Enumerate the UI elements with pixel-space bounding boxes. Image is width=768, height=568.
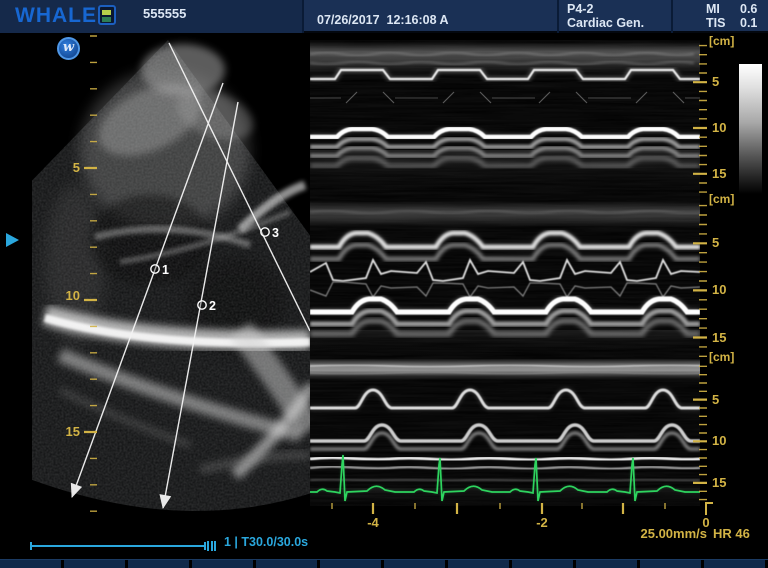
ruler2-10: 10 (712, 283, 726, 297)
ruler2-15: 15 (712, 331, 726, 345)
ruler3-5: 5 (712, 393, 719, 407)
ruler3-10: 10 (712, 434, 726, 448)
cine-scrollbar-thumb[interactable] (207, 541, 216, 551)
ruler1-unit: [cm] (709, 34, 734, 48)
heart-rate: HR 46 (713, 527, 750, 541)
ruler2-unit: [cm] (709, 192, 734, 206)
ruler1-5: 5 (712, 75, 719, 89)
ruler2-5: 5 (712, 236, 719, 250)
bmode-depth-10: 10 (45, 289, 80, 303)
ruler3-unit: [cm] (709, 350, 734, 364)
time-label-minus4: -4 (358, 516, 388, 530)
sweep-speed: 25.00mm/s (597, 527, 707, 541)
svg-text:3: 3 (272, 226, 279, 240)
ruler1-10: 10 (712, 121, 726, 135)
svg-text:2: 2 (209, 299, 216, 313)
bmode-depth-15: 15 (45, 425, 80, 439)
time-label-minus2: -2 (527, 516, 557, 530)
bmode-depth-5: 5 (52, 161, 80, 175)
grayscale-bar (739, 64, 762, 194)
image-area: 1 2 3 (0, 0, 768, 568)
svg-text:1: 1 (162, 263, 169, 277)
ultrasound-screen: WHALE 555555 07/26/2017 12:16:08 A P4-2 … (0, 0, 768, 568)
cine-scrollbar[interactable] (30, 545, 206, 547)
ruler1-15: 15 (712, 167, 726, 181)
w-logo-badge: w (57, 37, 80, 60)
mmode-speckle-texture (310, 40, 700, 506)
ruler3-15: 15 (712, 476, 726, 490)
cine-status: 1 | T30.0/30.0s (224, 535, 308, 549)
focus-marker[interactable] (6, 233, 19, 247)
softkey-menu-bar[interactable] (0, 559, 768, 568)
